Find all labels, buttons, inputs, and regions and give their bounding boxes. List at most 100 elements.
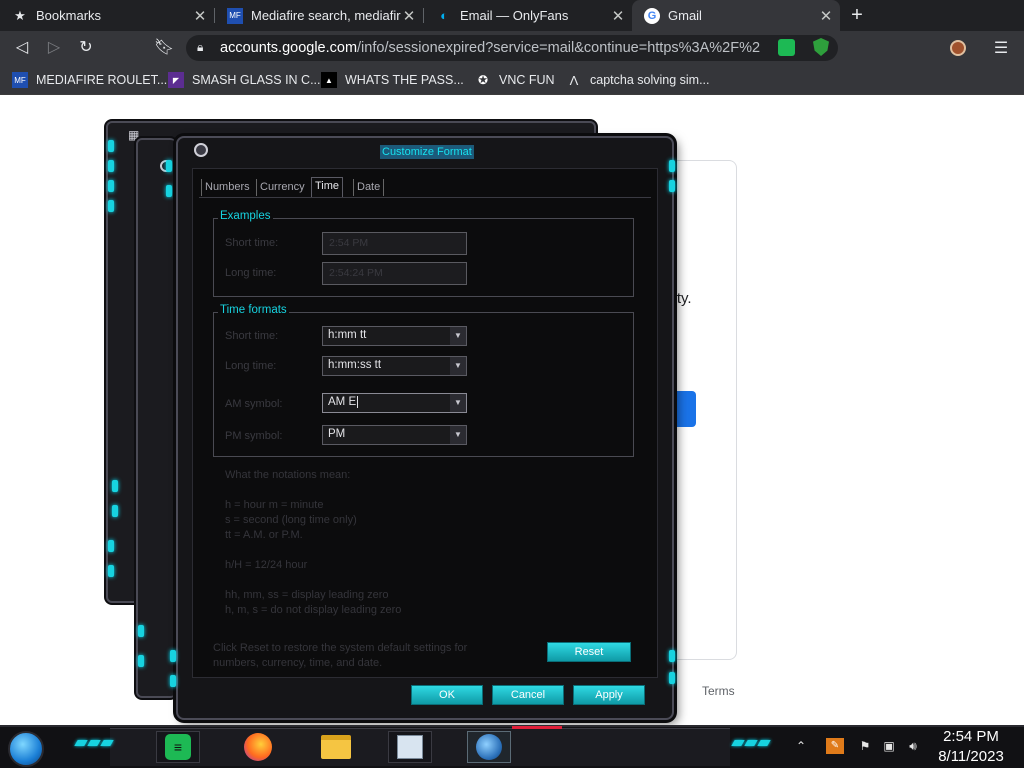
text-cursor [357,396,359,408]
bookmark-label: captcha solving sim... [590,73,710,87]
mediafire-favicon: MF [12,72,28,88]
short-time-combo[interactable]: h:mm tt ▼ [322,326,467,346]
region-globe-icon [476,734,502,760]
chevron-down-icon[interactable]: ▼ [450,357,466,375]
chevron-up-icon[interactable]: ⌃ [792,738,810,754]
am-symbol-combo[interactable]: AM E ▼ [322,393,467,413]
taskbar-spotify[interactable]: ≡ [156,731,200,763]
tab-onlyfans[interactable]: ◐ Email — OnlyFans ✕ [424,0,632,31]
back-icon[interactable]: ◁ [10,36,34,60]
taskbar-file-explorer[interactable] [314,731,358,763]
onlyfans-favicon: ◐ [440,8,448,23]
chevron-down-icon[interactable]: ▼ [450,394,466,412]
frame-light [112,505,118,517]
tab-bookmarks[interactable]: ★ Bookmarks ✕ [0,0,214,31]
tab-title: Gmail [668,8,702,23]
am-symbol-value: AM E [328,396,357,409]
notation-line: hh, mm, ss = display leading zero [225,589,389,601]
tab-currency[interactable]: Currency [256,179,308,196]
bookmark-label: SMASH GLASS IN C... [192,73,321,87]
reset-note: Click Reset to restore the system defaul… [213,642,468,669]
frame-light [138,655,144,667]
tab-numbers[interactable]: Numbers [201,179,253,196]
start-button[interactable] [8,731,44,767]
profile-avatar[interactable] [950,40,966,56]
reset-button[interactable]: Reset [547,642,631,662]
new-tab-button[interactable]: + [846,4,868,26]
frame-light [108,180,114,192]
frame-light [112,480,118,492]
cancel-button[interactable]: Cancel [492,685,564,705]
close-icon[interactable]: ✕ [818,7,834,25]
tab-mediafire[interactable]: MF Mediafire search, mediafire s ✕ [215,0,423,31]
taskbar-region[interactable] [467,731,511,763]
taskbar-calendar[interactable] [388,731,432,763]
bookmark-icon[interactable]: 🔖︎ [152,36,176,60]
example-long-time-value: 2:54:24 PM [322,262,467,285]
chevron-down-icon[interactable]: ▼ [450,426,466,444]
frame-light [166,185,172,197]
chevron-down-icon[interactable]: ▼ [450,327,466,345]
notation-line: tt = A.M. or P.M. [225,529,303,541]
apply-button[interactable]: Apply [573,685,645,705]
terminal-icon: ▲ [321,72,337,88]
bookmark-item[interactable]: ✪ VNC FUN [475,71,555,89]
forward-icon[interactable]: ▷ [42,36,66,60]
taskbar-firefox[interactable] [236,731,280,763]
clock-date[interactable]: 8/11/2023 [934,748,1008,765]
examples-group [213,218,634,297]
frame-light [669,650,675,662]
close-icon[interactable]: ✕ [401,7,417,25]
google-favicon: G [644,7,660,24]
examples-group-title: Examples [218,210,273,222]
example-short-time-label: Short time: [225,237,279,249]
frame-light [108,565,114,577]
mediafire-favicon: MF [227,7,243,24]
clock-time[interactable]: 2:54 PM [936,728,1006,745]
network-icon[interactable]: ▣ [880,738,898,754]
dialog-clock-icon [194,143,208,157]
bookmark-item[interactable]: Λ captcha solving sim... [566,71,710,89]
bookmark-label: MEDIAFIRE ROULET... [36,73,168,87]
bookmark-label: VNC FUN [499,73,555,87]
background-window-2[interactable] [136,138,176,698]
tab-date[interactable]: Date [353,179,385,196]
ok-button[interactable]: OK [411,685,483,705]
lock-icon[interactable]: 🔒︎ [197,40,211,56]
frame-light [166,160,172,172]
example-long-time-label: Long time: [225,267,277,279]
pm-symbol-combo[interactable]: PM ▼ [322,425,467,445]
frame-light [108,540,114,552]
frame-light [170,650,176,662]
am-symbol-input[interactable]: AM E [328,396,359,409]
tab-title: Mediafire search, mediafire s [251,8,401,23]
tab-title: Email — OnlyFans [460,8,569,23]
spotify-extension-icon[interactable] [778,39,795,56]
bookmark-item[interactable]: ◤ SMASH GLASS IN C... [168,71,321,89]
reload-icon[interactable]: ↻ [74,36,98,60]
bookmark-item[interactable]: MF MEDIAFIRE ROULET... [12,71,167,89]
file-explorer-icon [321,735,351,759]
bookmark-label: WHATS THE PASS... [345,73,464,87]
volume-icon[interactable]: 🔊︎ [904,738,922,754]
close-icon[interactable]: ✕ [192,7,208,25]
frame-light [108,160,114,172]
bookmark-item[interactable]: ▲ WHATS THE PASS... [321,71,464,89]
flag-icon[interactable]: ⚑ [856,738,874,754]
long-time-combo[interactable]: h:mm:ss tt ▼ [322,356,467,376]
terms-link[interactable]: Terms [702,684,735,698]
app-tray-icon[interactable]: ✎ [826,738,844,754]
notation-line: h/H = 12/24 hour [225,559,308,571]
long-time-value: h:mm:ss tt [328,359,382,371]
time-formats-group-title: Time formats [218,304,289,316]
notation-line: h, m, s = do not display leading zero [225,604,402,616]
url-text[interactable]: accounts.google.com/info/sessionexpired?… [220,40,760,56]
tab-time[interactable]: Time [311,177,344,197]
frame-light [669,180,675,192]
menu-icon[interactable]: ☰ [992,38,1010,58]
close-icon[interactable]: ✕ [610,7,626,25]
tab-divider [199,197,651,198]
frame-light [108,140,114,152]
star-icon: ★ [14,7,26,23]
tab-gmail[interactable]: G Gmail ✕ [632,0,840,31]
